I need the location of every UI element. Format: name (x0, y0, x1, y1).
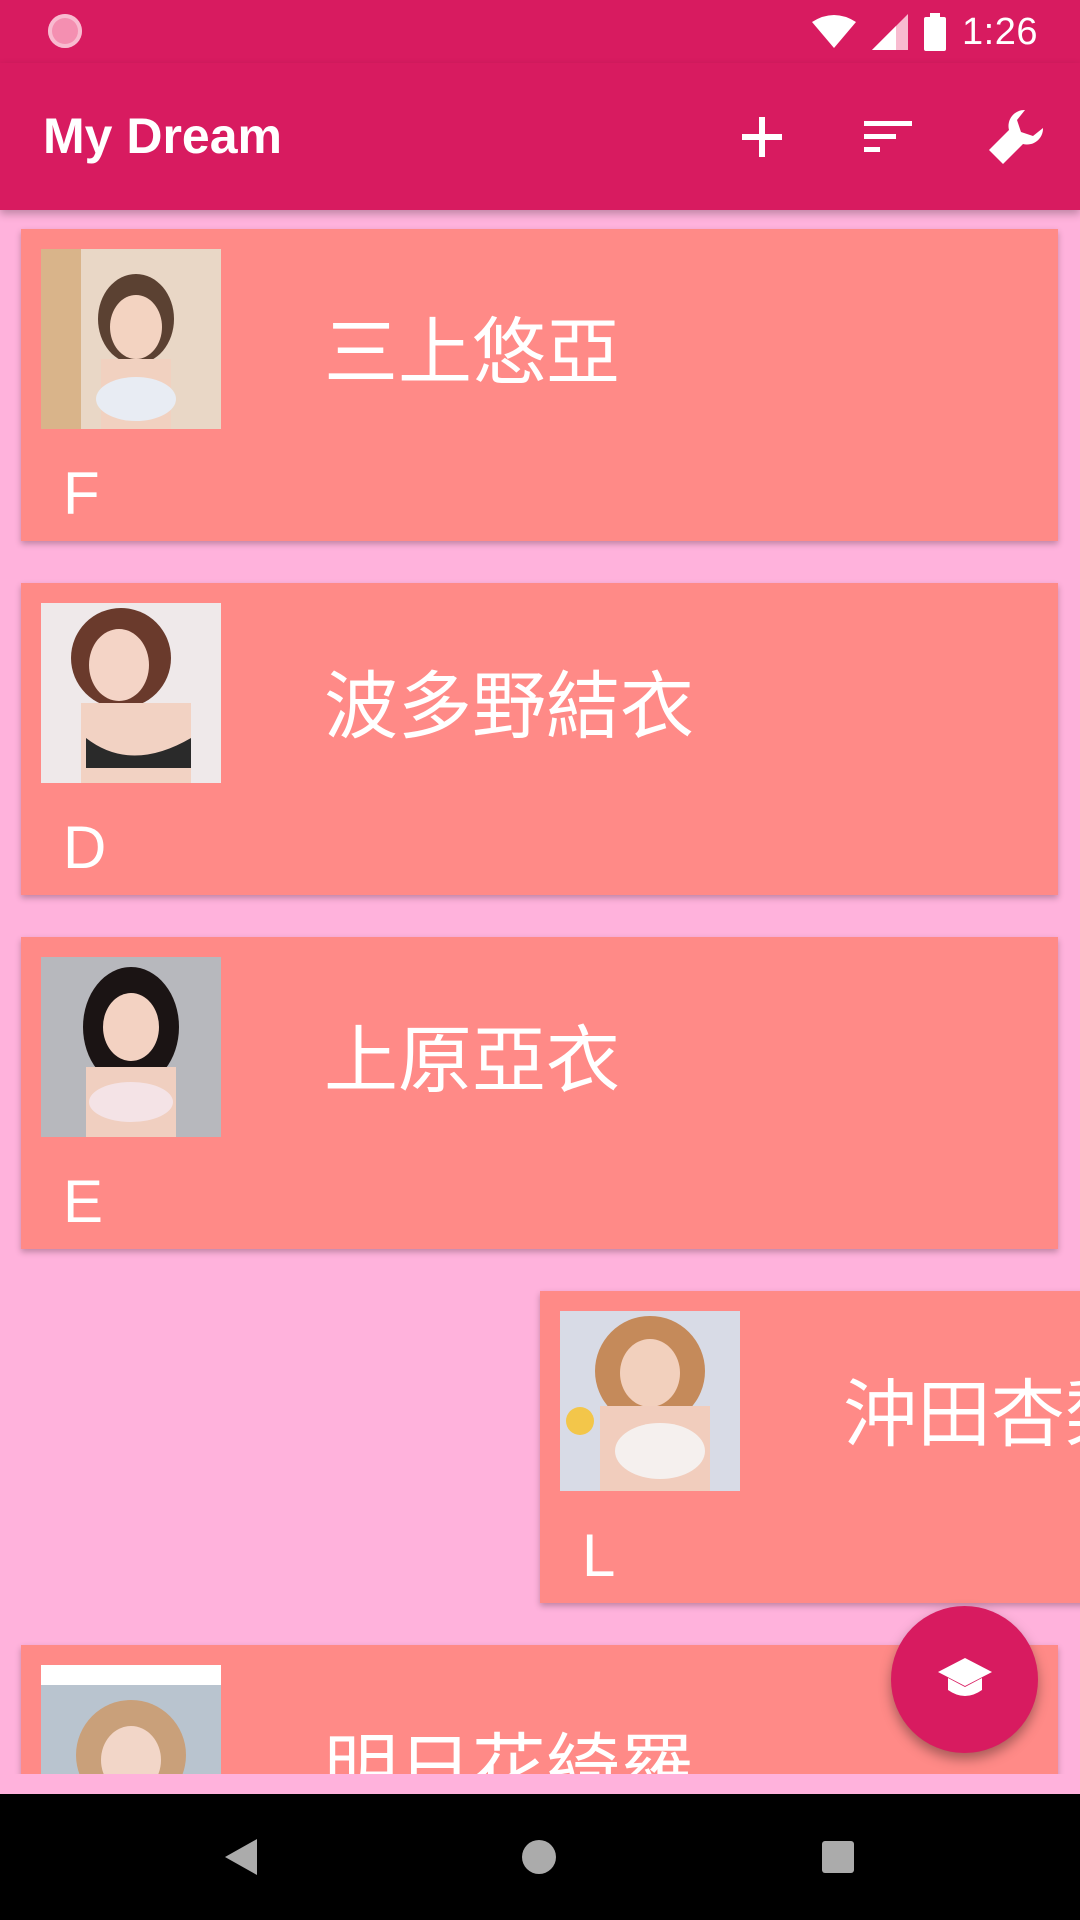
home-icon (522, 1840, 556, 1874)
item-grade: D (63, 814, 107, 881)
status-bar: 1:26 (0, 0, 1080, 63)
recents-icon (822, 1841, 854, 1873)
sort-button[interactable] (848, 97, 928, 177)
item-name: 明日花綺羅 (324, 1726, 694, 1774)
item-name: 沖田杏梨 (843, 1372, 1080, 1458)
settings-button[interactable] (976, 97, 1056, 177)
back-icon (225, 1839, 257, 1875)
list-item[interactable]: 波多野結衣 D (21, 583, 1058, 895)
signal-icon (872, 14, 909, 50)
notification-icon (48, 14, 82, 48)
item-name: 三上悠亞 (324, 310, 620, 396)
item-grade: L (582, 1522, 616, 1589)
system-nav-bar (0, 1794, 1080, 1920)
plus-icon (742, 117, 782, 157)
item-name: 波多野結衣 (324, 664, 694, 750)
wrench-icon (989, 109, 1044, 164)
thumbnail-image (41, 249, 221, 429)
list-item[interactable]: 三上悠亞 F (21, 229, 1058, 541)
wifi-icon (812, 14, 857, 50)
app-bar: My Dream (0, 63, 1080, 210)
thumbnail-image (41, 603, 221, 783)
back-button[interactable] (211, 1827, 271, 1887)
sort-icon (864, 121, 912, 152)
thumbnail-image (41, 957, 221, 1137)
list-item[interactable]: 上原亞衣 E (21, 937, 1058, 1249)
item-name: 上原亞衣 (324, 1018, 620, 1104)
item-grade: F (63, 460, 100, 527)
item-grade: E (63, 1168, 104, 1235)
recents-button[interactable] (808, 1827, 868, 1887)
graduation-fab[interactable] (891, 1606, 1038, 1753)
home-button[interactable] (509, 1827, 569, 1887)
battery-icon (924, 13, 947, 51)
thumbnail-image (41, 1665, 221, 1774)
status-icons: 1:26 (812, 10, 1038, 54)
list-item[interactable]: 沖田杏梨 L (540, 1291, 1080, 1603)
status-clock: 1:26 (962, 10, 1038, 53)
add-button[interactable] (722, 97, 802, 177)
graduation-cap-icon (937, 1657, 992, 1696)
thumbnail-image (560, 1311, 740, 1491)
app-title: My Dream (43, 108, 282, 164)
idol-list: 三上悠亞 F 波多野結衣 D 上原亞衣 E 沖田杏 L 明日花綺羅 (0, 210, 1080, 1774)
